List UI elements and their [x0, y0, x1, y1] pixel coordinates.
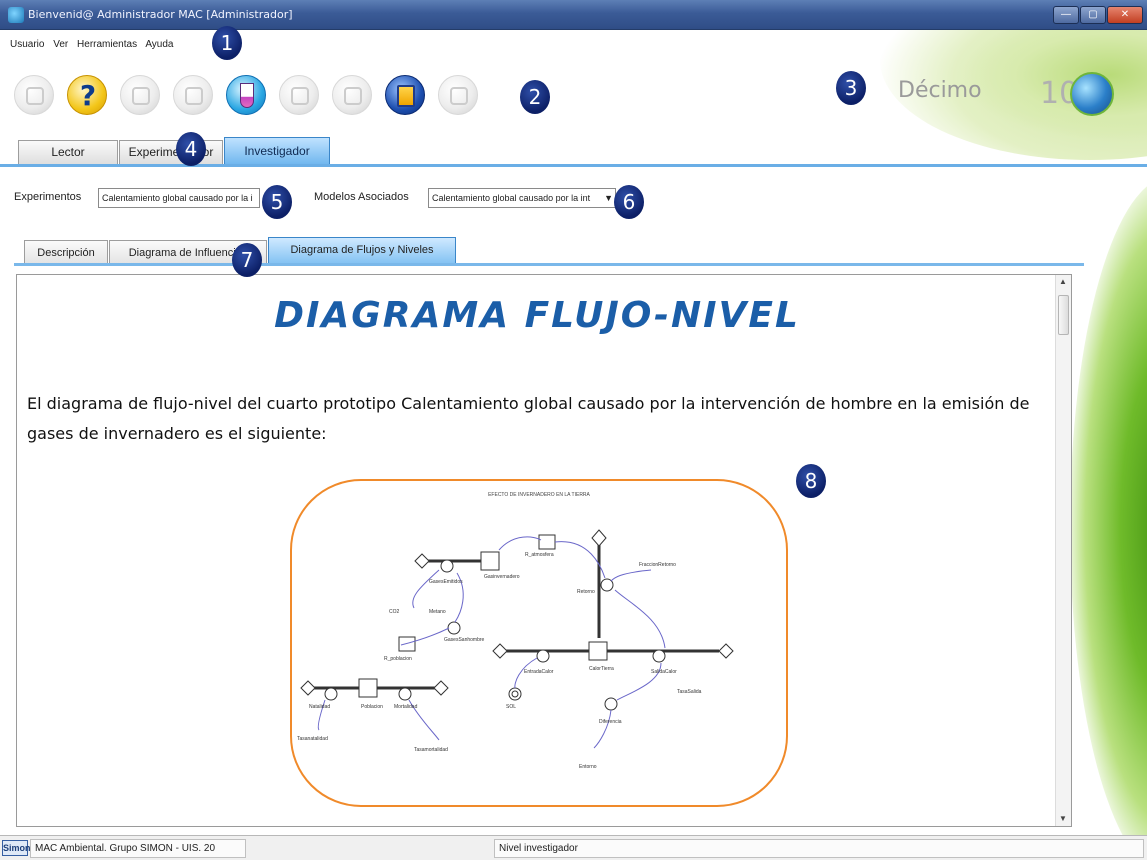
user-icon[interactable]	[173, 75, 213, 115]
simon-logo: Simon	[2, 840, 31, 856]
clapperboard-icon[interactable]	[332, 75, 372, 115]
document-title: DIAGRAMA FLUJO-NIVEL	[274, 295, 800, 336]
status-right: Nivel investigador	[494, 839, 1144, 858]
callout-marker-3: 3	[836, 71, 866, 105]
subtab-divider	[14, 263, 1084, 266]
callout-marker-5: 5	[262, 185, 292, 219]
globe-icon	[1070, 72, 1114, 116]
menu-bar: Usuario Ver Herramientas Ayuda	[10, 39, 180, 50]
svg-text:Retorno: Retorno	[577, 589, 595, 595]
svg-text:Entorno: Entorno	[579, 764, 597, 770]
svg-text:GasesEmitidos: GasesEmitidos	[429, 579, 463, 585]
grade-logo: 10	[1040, 70, 1114, 122]
svg-text:Tasanatalidad: Tasanatalidad	[297, 736, 328, 742]
content-area: Experimentos Calentamiento global causad…	[0, 167, 1147, 835]
minimize-button[interactable]: —	[1053, 6, 1079, 24]
window-title: Bienvenid@ Administrador MAC [Administra…	[28, 8, 293, 21]
menu-usuario[interactable]: Usuario	[10, 39, 44, 50]
modelos-select[interactable]: Calentamiento global causado por la int …	[428, 188, 616, 208]
tab-experimentador[interactable]: Experimentador	[119, 140, 223, 165]
document-paragraph: El diagrama de flujo-nivel del cuarto pr…	[27, 394, 1030, 443]
svg-text:Poblacion: Poblacion	[361, 704, 383, 710]
tab-diagrama-flujos[interactable]: Diagrama de Flujos y Niveles	[268, 237, 456, 265]
app-icon	[8, 7, 24, 23]
grade-level-label: Décimo	[898, 78, 982, 103]
status-left: MAC Ambiental. Grupo SIMON - UIS. 20	[30, 839, 246, 858]
search-icon[interactable]	[438, 75, 478, 115]
experimentos-select[interactable]: Calentamiento global causado por la i	[98, 188, 260, 208]
diagram-title: EFECTO DE INVERNADERO EN LA TIERRA	[488, 492, 590, 498]
svg-text:CalorTierra: CalorTierra	[589, 666, 614, 672]
svg-text:GasesSanhombre: GasesSanhombre	[444, 637, 485, 643]
tab-investigador[interactable]: Investigador	[224, 137, 330, 165]
window-titlebar: Bienvenid@ Administrador MAC [Administra…	[0, 0, 1147, 30]
status-bar: Simon MAC Ambiental. Grupo SIMON - UIS. …	[0, 835, 1147, 860]
svg-text:CO2: CO2	[389, 609, 400, 615]
menu-ver[interactable]: Ver	[53, 39, 68, 50]
book-icon[interactable]	[120, 75, 160, 115]
svg-text:TasaSalida: TasaSalida	[677, 689, 702, 695]
svg-text:EntradaCalor: EntradaCalor	[524, 669, 554, 675]
svg-text:R_atmosfera: R_atmosfera	[525, 552, 554, 558]
document-panel[interactable]: DIAGRAMA FLUJO-NIVEL El diagrama de fluj…	[16, 274, 1072, 827]
experimentos-label: Experimentos	[14, 191, 82, 203]
flow-level-diagram: EFECTO DE INVERNADERO EN LA TIERRA Gasin…	[290, 479, 788, 807]
svg-text:SOL: SOL	[506, 704, 516, 710]
menu-ayuda[interactable]: Ayuda	[145, 39, 173, 50]
vertical-scrollbar[interactable]: ▲ ▼	[1055, 275, 1071, 826]
callout-marker-2: 2	[520, 80, 550, 114]
tab-descripcion[interactable]: Descripción	[24, 240, 108, 265]
svg-text:Mortalidad: Mortalidad	[394, 704, 418, 710]
callout-marker-6: 6	[614, 185, 644, 219]
scroll-down-icon[interactable]: ▼	[1059, 814, 1067, 823]
scroll-up-icon[interactable]: ▲	[1059, 277, 1067, 286]
scroll-thumb[interactable]	[1058, 295, 1069, 335]
svg-text:Natalidad: Natalidad	[309, 704, 330, 710]
callout-marker-7: 7	[232, 243, 262, 277]
document-icon[interactable]	[14, 75, 54, 115]
callout-marker-8: 8	[796, 464, 826, 498]
maximize-button[interactable]: ▢	[1080, 6, 1106, 24]
decorative-swoosh	[1070, 177, 1147, 835]
svg-text:Tasamortalidad: Tasamortalidad	[414, 747, 448, 753]
camera-icon[interactable]	[279, 75, 319, 115]
modelos-label: Modelos Asociados	[314, 191, 409, 203]
svg-text:FraccionRetorno: FraccionRetorno	[639, 562, 676, 568]
callout-marker-1: 1	[212, 26, 242, 60]
lab-flask-icon[interactable]	[226, 75, 266, 115]
svg-text:Metano: Metano	[429, 609, 446, 615]
callout-marker-4: 4	[176, 132, 206, 166]
menu-herramientas[interactable]: Herramientas	[77, 39, 137, 50]
notebook-icon[interactable]	[385, 75, 425, 115]
experimentos-value: Calentamiento global causado por la i	[102, 193, 253, 203]
close-button[interactable]: ✕	[1107, 6, 1143, 24]
svg-text:SalidaCalor: SalidaCalor	[651, 669, 677, 675]
tab-lector[interactable]: Lector	[18, 140, 118, 165]
help-icon[interactable]: ?	[67, 75, 107, 115]
chevron-down-icon[interactable]: ▼	[604, 189, 613, 207]
svg-text:Diferencia: Diferencia	[599, 719, 622, 725]
svg-text:R_poblacion: R_poblacion	[384, 656, 412, 662]
modelos-value: Calentamiento global causado por la int	[432, 193, 591, 203]
svg-text:Gasinvernadero: Gasinvernadero	[484, 574, 520, 580]
